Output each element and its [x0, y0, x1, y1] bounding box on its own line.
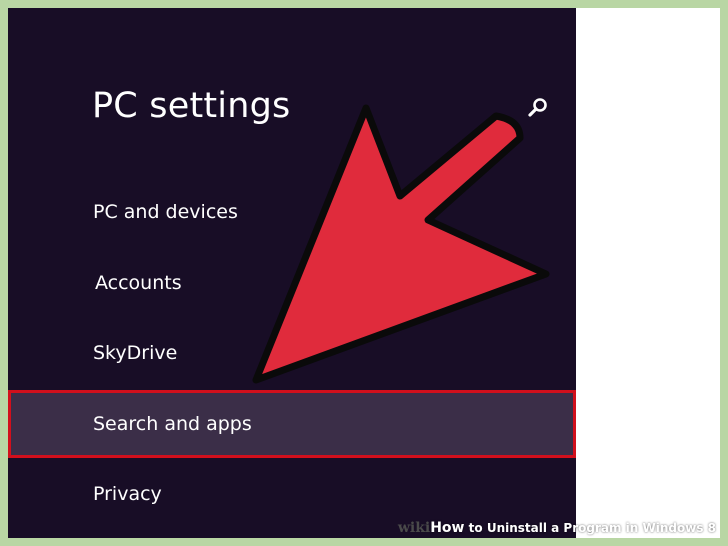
nav-item-search-and-apps[interactable]: Search and apps: [8, 390, 576, 458]
watermark-how: How: [430, 520, 465, 536]
nav-item-accounts[interactable]: Accounts: [8, 249, 576, 317]
nav-item-label: Accounts: [95, 272, 182, 294]
watermark-wiki: wiki: [397, 520, 431, 536]
wikihow-watermark: wikiHow to Uninstall a Program in Window…: [398, 518, 716, 538]
settings-panel: PC settings PC and devices Accounts SkyD…: [8, 8, 576, 538]
nav-item-label: Privacy: [93, 483, 162, 505]
settings-nav: PC and devices Accounts SkyDrive Search …: [8, 8, 576, 538]
watermark-title: to Uninstall a Program in Windows 8: [464, 521, 716, 535]
nav-item-skydrive[interactable]: SkyDrive: [8, 319, 576, 387]
nav-item-pc-and-devices[interactable]: PC and devices: [8, 178, 576, 246]
screenshot-frame: PC settings PC and devices Accounts SkyD…: [8, 8, 720, 538]
nav-item-label: SkyDrive: [93, 342, 178, 364]
nav-item-label: PC and devices: [93, 201, 238, 223]
nav-item-label: Search and apps: [93, 413, 252, 435]
